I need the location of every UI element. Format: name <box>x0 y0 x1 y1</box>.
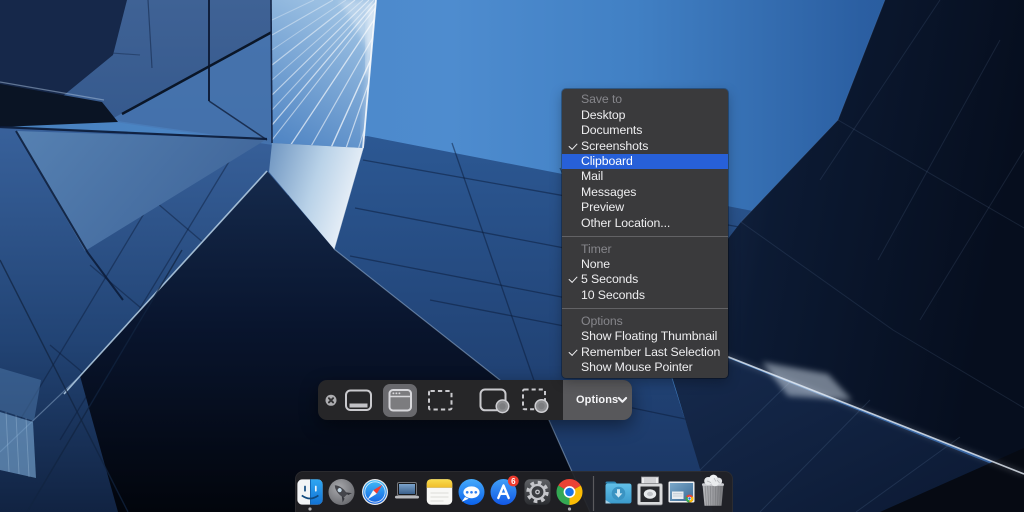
svg-text:6: 6 <box>511 477 516 486</box>
